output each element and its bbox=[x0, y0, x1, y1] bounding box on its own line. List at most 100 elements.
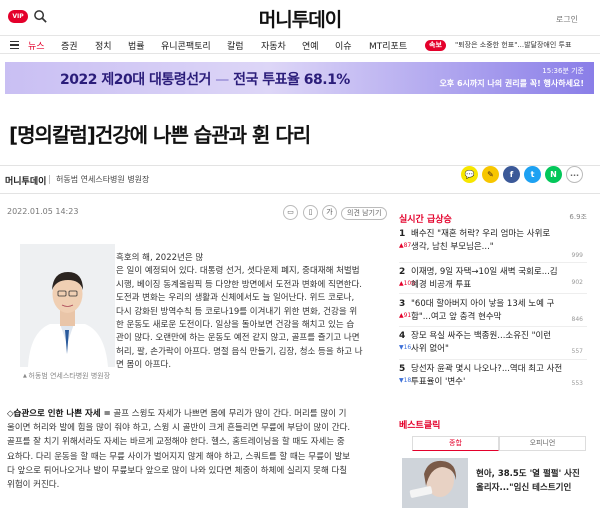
twitter-share-icon[interactable]: t bbox=[524, 166, 541, 183]
kakaotalk-share-icon[interactable]: 💬 bbox=[461, 166, 478, 183]
search-icon[interactable] bbox=[33, 9, 48, 24]
best-click-title: 베스트클릭 bbox=[399, 421, 441, 431]
tab-opinion[interactable]: 오피니언 bbox=[499, 436, 586, 451]
text-line: 울이면 허리와 발에 힘을 많이 줘야 하고, 스윙 시 골반이 크게 흔들리면… bbox=[7, 423, 351, 434]
divider bbox=[399, 293, 587, 294]
text-line: 골프를 잘 치기 위해서라도 자세는 바르게 교정해야 한다. 헬스, 홈트레이… bbox=[7, 437, 345, 448]
trending-time: 6.9조 bbox=[569, 213, 587, 221]
view-count: 553 bbox=[571, 380, 583, 387]
trending-item[interactable]: 1 ▲87 배수진 "재혼 허락? 우리 엄마는 사위로 생각, 남친 부모님은… bbox=[399, 228, 587, 262]
rank-change: ▼18 bbox=[399, 377, 412, 384]
text-line: 면 몸이 아프다. bbox=[116, 360, 172, 371]
turnout-value: 68.1% bbox=[303, 72, 351, 88]
text-line: 당선자 윤곽 몇시 나오나?...역대 최고 사전 bbox=[411, 364, 563, 374]
nav-item-news[interactable]: 뉴스 bbox=[28, 39, 45, 52]
print-icon[interactable]: ▭ bbox=[283, 205, 298, 220]
text-line: 시행, 베이징 동계올림픽 등 다양한 방면에서 도전과 변화에 직면한다. bbox=[116, 279, 362, 290]
scrap-icon[interactable]: ▯ bbox=[303, 205, 318, 220]
divider bbox=[49, 175, 50, 184]
article-headline: [명의칼럼]건강에 나쁜 습관과 휜 다리 bbox=[9, 123, 311, 147]
breaking-badge: 속보 bbox=[425, 40, 446, 51]
view-count: 902 bbox=[571, 279, 583, 286]
best-click-headline[interactable]: 현아, 38.5도 '열 펄펄' 사진 올리자..."임신 테스트기인 bbox=[476, 467, 594, 495]
text-line: ◇습관으로 인한 나쁜 자세 = 골프 스윙도 자세가 나쁘면 몸에 무리가 많… bbox=[7, 407, 395, 421]
divider bbox=[399, 326, 587, 327]
trending-headline: 당선자 윤곽 몇시 나오나?...역대 최고 사전 투표율이 '변수' bbox=[411, 363, 583, 388]
text-line: 이재명, 9일 자택→10일 새벽 국회로...김 bbox=[411, 267, 558, 277]
banner-time: 15:36분 기준 bbox=[542, 67, 584, 75]
author-name: 허동범 연세스타병원 병원장 bbox=[56, 175, 150, 184]
trending-item[interactable]: 4 ▼16 장모 욕실 싸주는 백종원...소유진 "이런 사위 없어" 557 bbox=[399, 330, 587, 358]
text-line: 함"...여고 앞 충격 현수막 bbox=[411, 311, 502, 322]
text-line: 현아, 38.5도 '열 펄펄' 사진 bbox=[476, 469, 580, 479]
divider bbox=[399, 262, 587, 263]
nav-item-unicorn[interactable]: 유니콘팩토리 bbox=[161, 39, 211, 52]
nav-item-column[interactable]: 칼럼 bbox=[227, 39, 244, 52]
comment-button[interactable]: 의견 남기기 bbox=[341, 207, 388, 220]
nav-item-issue[interactable]: 이슈 bbox=[335, 39, 352, 52]
text-line: 생각, 남친 부모님은..." bbox=[411, 241, 494, 252]
trending-item[interactable]: 2 ▲109 이재명, 9일 자택→10일 새벽 국회로...김 혜경 비공개 … bbox=[399, 266, 587, 294]
banner-dash: — bbox=[215, 72, 229, 88]
trending-rank: 5 bbox=[399, 364, 406, 374]
breaking-news-link[interactable]: "퇴장은 소중한 헌표"...발달장애인 투표 bbox=[455, 40, 571, 50]
text-line: 혜경 비공개 투표 bbox=[411, 279, 472, 290]
nav-item-politics[interactable]: 정치 bbox=[95, 39, 112, 52]
menu-icon[interactable] bbox=[10, 41, 19, 49]
text-line: 올리자..."임신 테스트기인 bbox=[476, 483, 572, 493]
turnout-label: 전국 투표율 bbox=[233, 72, 300, 88]
nav-item-mt-report[interactable]: MT리포트 bbox=[369, 39, 407, 52]
banner-subtitle: 오후 6시까지 나의 권리를 꼭! 행사하세요! bbox=[439, 79, 584, 88]
tab-overall[interactable]: 종합 bbox=[412, 436, 499, 451]
text-line: 한 운동도 새로운 도전이다. 일상을 돌아보면 건강을 해치고 있는 습 bbox=[116, 320, 355, 331]
text-line: 사위 없어" bbox=[411, 343, 449, 354]
trending-rank: 1 bbox=[399, 229, 406, 239]
banner-headline: 2022 제20대 대통령선거 — 전국 투표율 68.1% bbox=[60, 69, 350, 89]
more-share-icon[interactable]: ··· bbox=[566, 166, 583, 183]
trending-rank: 4 bbox=[399, 331, 406, 341]
text-line: "60대 할아버지 아이 낳을 13세 노예 구 bbox=[411, 299, 555, 309]
vip-badge[interactable]: VIP bbox=[8, 10, 28, 23]
text-line: 장모 욕실 싸주는 백종원...소유진 "이런 bbox=[411, 331, 552, 341]
nav-item-car[interactable]: 자동차 bbox=[261, 39, 286, 52]
text-line: 흑호의 해, 2022년은 많 bbox=[116, 253, 204, 263]
best-click-thumbnail[interactable] bbox=[402, 458, 468, 508]
text-segment: 골프 스윙도 자세가 나쁘면 몸에 무리가 많이 간다. 머리를 많이 기 bbox=[110, 409, 347, 419]
nav-item-stock[interactable]: 증권 bbox=[61, 39, 78, 52]
article-paragraph: 흑호의 해, 2022년은 많 은 일이 예정되어 있다. 대통령 선거, 셧다… bbox=[116, 252, 391, 373]
article-paragraph: ◇습관으로 인한 나쁜 자세 = 골프 스윙도 자세가 나쁘면 몸에 무리가 많… bbox=[7, 407, 395, 492]
view-count: 557 bbox=[571, 348, 583, 355]
naver-share-icon[interactable]: N bbox=[545, 166, 562, 183]
login-link[interactable]: 로그인 bbox=[556, 14, 578, 25]
nav-item-entertainment[interactable]: 연예 bbox=[302, 39, 319, 52]
text-line: 은 일이 예정되어 있다. 대통령 선거, 셧다운제 폐지, 중대재해 처벌법 bbox=[116, 266, 360, 277]
trending-headline: "60대 할아버지 아이 낳을 13세 노예 구 함"...여고 앞 충격 현수… bbox=[411, 298, 583, 323]
font-size-button[interactable]: 가 bbox=[322, 205, 337, 220]
article-date: 2022.01.05 14:23 bbox=[7, 207, 79, 216]
facebook-share-icon[interactable]: f bbox=[503, 166, 520, 183]
rank-change: ▼16 bbox=[399, 344, 412, 351]
text-line: 허리, 팔, 손가락이 아프다. 명절 음식 만들기, 김장, 청소 등을 하고… bbox=[116, 346, 363, 357]
trending-item[interactable]: 3 ▲91 "60대 할아버지 아이 낳을 13세 노예 구 함"...여고 앞… bbox=[399, 298, 587, 326]
nav-item-law[interactable]: 법률 bbox=[128, 39, 145, 52]
text-line: 위험이 커진다. bbox=[7, 480, 60, 491]
rank-change: ▲91 bbox=[399, 312, 412, 319]
publisher-name[interactable]: 머니투데이 bbox=[5, 174, 46, 187]
trending-headline: 이재명, 9일 자택→10일 새벽 국회로...김 혜경 비공개 투표 bbox=[411, 266, 583, 291]
trending-item[interactable]: 5 ▼18 당선자 윤곽 몇시 나오나?...역대 최고 사전 투표율이 '변수… bbox=[399, 363, 587, 391]
top-bar: VIP 머니투데이 로그인 bbox=[0, 0, 600, 34]
text-line: 관이 많다. 오랜만에 하는 운동도 예전 같지 않고, 골프를 즐기고 나면 bbox=[116, 333, 360, 344]
kakaostory-share-icon[interactable]: ✎ bbox=[482, 166, 499, 183]
trending-headline: 장모 욕실 싸주는 백종원...소유진 "이런 사위 없어" bbox=[411, 330, 583, 355]
divider bbox=[399, 359, 587, 360]
section-lead: ◇습관으로 인한 나쁜 자세 = bbox=[7, 409, 111, 419]
author-photo bbox=[20, 244, 115, 367]
text-line: 다시 강화된 방역수칙 등 코로나19를 이겨내기 위한 변화, 건강을 위 bbox=[116, 306, 358, 317]
site-logo[interactable]: 머니투데이 bbox=[240, 5, 360, 32]
text-line: 다 앞으로 튀어나오거나 발이 무릎보다 앞으로 많이 나와 있다면 체중이 하… bbox=[7, 465, 348, 476]
rank-change: ▲87 bbox=[399, 242, 412, 249]
trending-rank: 3 bbox=[399, 299, 406, 309]
trending-headline: 배수진 "재혼 허락? 우리 엄마는 사위로 생각, 남친 부모님은..." bbox=[411, 228, 583, 253]
text-line: 도전과 변화는 우리의 생활과 신체에서도 늘 일어난다. 위드 코로나, bbox=[116, 293, 355, 304]
election-banner[interactable]: 2022 제20대 대통령선거 — 전국 투표율 68.1% 15:36분 기준… bbox=[5, 62, 594, 94]
